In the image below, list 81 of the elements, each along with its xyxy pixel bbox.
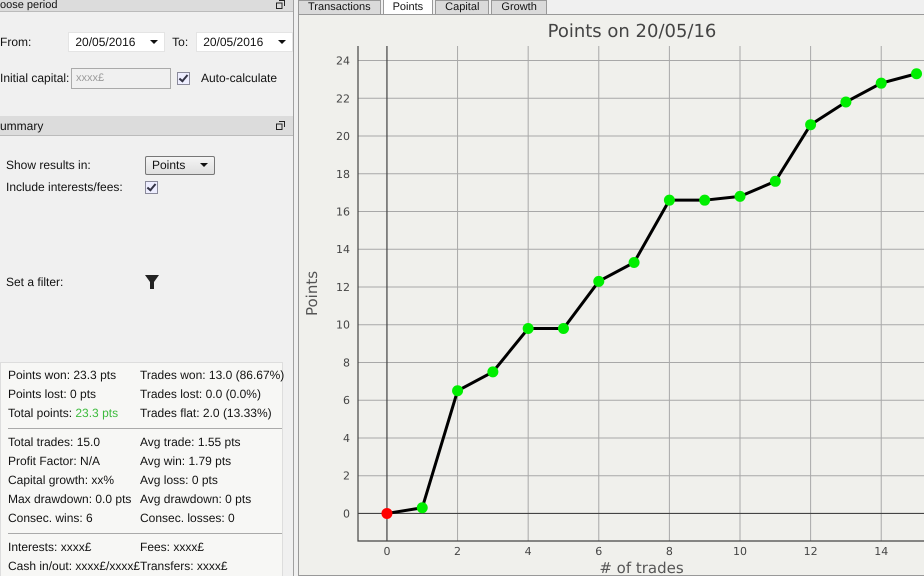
data-point [699, 194, 710, 206]
filter-icon[interactable] [145, 275, 159, 289]
y-tick-label: 10 [336, 318, 350, 332]
auto-calculate-checkbox[interactable] [177, 72, 190, 84]
stat-text: Avg win: 1.79 pts [140, 455, 232, 468]
initial-capital-label: Initial capital: [0, 71, 70, 85]
tab[interactable]: Transactions [298, 0, 381, 14]
stat-text: Cash in/out: xxxx£/xxxx£ [8, 560, 140, 573]
y-tick-label: 4 [343, 432, 350, 445]
x-tick-label: 0 [383, 545, 390, 558]
data-point [734, 190, 746, 202]
stat-text: Avg drawdown: 0 pts [140, 493, 252, 506]
x-tick-label: 6 [595, 545, 602, 558]
stat-text: Consec. wins: 6 [8, 512, 94, 525]
data-point [593, 276, 604, 287]
y-tick-label: 12 [336, 281, 350, 294]
results-unit-dropdown[interactable]: Points [145, 156, 215, 174]
y-tick-label: 2 [343, 470, 350, 483]
y-tick-label: 8 [343, 356, 350, 370]
y-tick-label: 6 [343, 394, 350, 408]
chart-title: Points on 20/05/16 [548, 21, 716, 42]
y-tick-label: 14 [336, 243, 350, 256]
data-point [416, 502, 428, 514]
y-tick-label: 22 [336, 92, 350, 106]
stat-text: Fees: xxxx£ [140, 541, 206, 554]
stat-text: Consec. losses: 0 [140, 512, 236, 525]
restore-icon[interactable] [276, 121, 285, 130]
to-label: To: [172, 35, 188, 49]
stat-text: Capital growth: xx% [8, 474, 116, 487]
data-point [805, 119, 816, 130]
stat-text: Total trades: 15.0 [8, 436, 102, 449]
tab[interactable]: Growth [491, 0, 547, 14]
data-point [628, 256, 640, 268]
data-point [770, 176, 781, 187]
x-tick-label: 12 [804, 545, 818, 558]
data-point [876, 78, 887, 89]
stat-text: Transfers: xxxx£ [140, 560, 229, 573]
x-tick-label: 10 [733, 545, 747, 558]
x-tick-label: 2 [454, 545, 462, 558]
stat-text: Profit Factor: N/A [8, 455, 102, 468]
stat-text: Points lost: 0 pts [8, 388, 98, 401]
stat-text: Avg loss: 0 pts [140, 474, 219, 487]
data-point [522, 323, 534, 334]
to-date-dropdown[interactable]: 20/05/2016 [196, 32, 293, 52]
include-fees-label: Include interests/fees: [6, 180, 124, 194]
x-axis-label: # of trades [599, 559, 684, 575]
tab[interactable]: Capital [435, 0, 490, 14]
filter-label: Set a filter: [6, 275, 64, 289]
data-point [911, 68, 922, 80]
data-point [452, 385, 464, 396]
x-tick-label: 8 [666, 545, 673, 558]
include-fees-checkbox[interactable] [145, 180, 158, 194]
from-date-dropdown[interactable]: 20/05/2016 [68, 32, 166, 52]
y-tick-label: 0 [343, 507, 350, 520]
stat-text: Trades lost: 0.0 (0.0%) [140, 388, 262, 401]
auto-calculate-label: Auto-calculate [201, 71, 278, 85]
stat-text: Interests: xxxx£ [8, 541, 92, 554]
data-point [558, 323, 569, 334]
y-tick-label: 16 [336, 206, 350, 218]
from-label: From: [0, 35, 32, 49]
stat-text: Trades won: 13.0 (86.67%) [140, 369, 284, 382]
y-tick-label: 20 [336, 130, 350, 144]
stat-text: Trades flat: 2.0 (13.33%) [140, 407, 273, 420]
stat-text: Avg trade: 1.55 pts [140, 436, 242, 449]
data-point [664, 194, 675, 206]
data-point [487, 366, 498, 378]
data-point [381, 508, 392, 519]
show-results-label: Show results in: [6, 158, 92, 172]
stat-text: Total points: 23.3 pts [8, 407, 120, 420]
y-tick-label: 24 [336, 54, 350, 68]
restore-icon[interactable] [276, 0, 285, 9]
panel-title: ummary [0, 118, 44, 132]
x-tick-label: 4 [524, 545, 532, 558]
tab[interactable]: Points [382, 0, 434, 14]
panel-title: oose period [0, 0, 58, 11]
x-tick-label: 14 [874, 545, 888, 558]
stat-text: Points won: 23.3 pts [8, 369, 118, 382]
data-point [840, 96, 852, 108]
y-tick-label: 18 [336, 168, 350, 181]
stat-text: Max drawdown: 0.0 pts [8, 493, 132, 506]
y-axis-label: Points [303, 270, 321, 316]
